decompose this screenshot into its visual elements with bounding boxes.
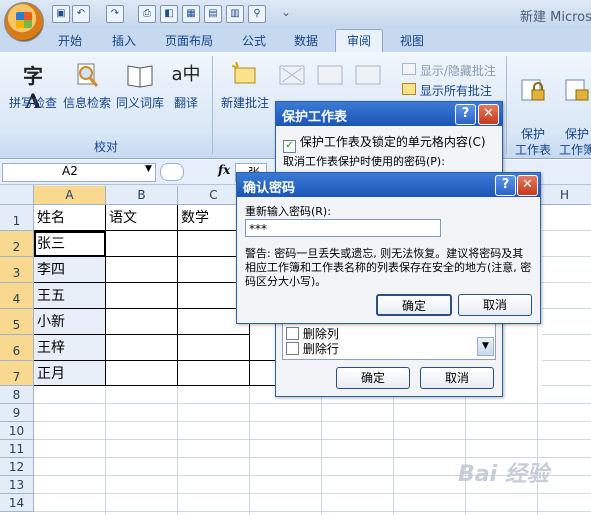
help-button[interactable]: ? [455,104,476,125]
row-header-14[interactable]: 14 [0,494,34,512]
row-header-8[interactable]: 8 [0,386,34,404]
name-box[interactable] [2,163,156,182]
tab-review[interactable]: 审阅 [335,29,383,53]
insert-function-icon[interactable]: fx [218,163,230,177]
book-icon [127,65,153,88]
new-comment-icon [231,61,256,84]
print-icon[interactable]: ⎙ [138,5,156,23]
row-header-6[interactable]: 6 [0,335,34,361]
password-label: 取消工作表保护时使用的密码(P): [283,155,445,168]
row-header-10[interactable]: 10 [0,422,34,440]
paste-icon[interactable]: ▤ [204,5,222,23]
spell-check-icon: 字A [23,64,43,113]
reenter-password-label: 重新输入密码(R): [245,205,331,218]
research-icon [77,63,99,87]
customize-qat-icon[interactable]: ⌄ [281,5,291,19]
find-icon[interactable]: ⚲ [248,5,266,23]
confirm-password-input[interactable]: *** [245,219,441,237]
row-header-1[interactable]: 1 [0,205,34,231]
select-all-corner[interactable] [0,185,34,204]
grid-icon[interactable]: ▥ [226,5,244,23]
translate-icon: a中 [171,64,201,85]
close-button[interactable]: ✕ [517,175,538,196]
checkmark-icon: ✓ [283,140,296,153]
print-preview-icon[interactable]: ◧ [160,5,178,23]
show-all-comments-button[interactable]: 显示所有批注 [402,82,492,99]
help-button[interactable]: ? [495,175,516,196]
checkbox-icon [286,342,299,355]
research-button[interactable]: 信息检索 [60,60,114,111]
row-header-12[interactable]: 12 [0,458,34,476]
close-button[interactable]: ✕ [478,104,499,125]
tab-page-layout[interactable]: 页面布局 [165,32,213,50]
tab-home[interactable]: 开始 [58,32,82,50]
comments-small-icon [402,83,416,95]
name-box-value: A2 [62,164,78,178]
spell-check-button[interactable]: 字A 拼写检查 [6,60,60,113]
new-comment-button[interactable]: 新建批注 [218,60,272,111]
office-button[interactable] [4,2,44,42]
protect-cancel-button[interactable]: 取消 [420,367,494,389]
checkbox-icon [286,327,299,340]
group-separator [212,56,213,154]
group-separator [506,56,507,154]
office-logo-icon [16,12,32,28]
lock-sheet-icon [521,79,545,101]
tab-view[interactable]: 视图 [400,32,424,50]
lock-workbook-icon [565,79,589,101]
row-header-2[interactable]: 2 [0,231,34,257]
row-header-9[interactable]: 9 [0,404,34,422]
redo-icon[interactable]: ↷ [106,5,124,23]
row-header-13[interactable]: 13 [0,476,34,494]
list-item[interactable]: 删除行 [286,340,339,357]
column-header-h[interactable]: H [538,186,591,204]
save-icon[interactable]: ▣ [52,5,70,23]
confirm-dialog-title: 确认密码 [243,181,296,196]
table-icon[interactable]: ▦ [182,5,200,23]
watermark: Bai 经验 [458,462,549,487]
protect-checkbox[interactable]: ✓ 保护工作表及锁定的单元格内容(C) [283,133,486,153]
undo-icon[interactable]: ↶ [72,5,90,23]
formula-bar-toggle[interactable] [160,163,184,181]
column-header-b[interactable]: B [106,186,178,204]
tab-formulas[interactable]: 公式 [242,32,266,50]
warning-text: 警告: 密码一旦丢失或遗忘, 则无法恢复。建议将密码及其相应工作簿和工作表名称的… [245,247,532,288]
list-scroll-down-icon[interactable]: ▼ [477,337,494,356]
protect-workbook-button[interactable]: 保护 工作簿 [556,60,591,158]
thesaurus-button[interactable]: 同义词库 [114,60,166,111]
show-hide-comment-button[interactable]: 显示/隐藏批注 [402,62,496,79]
translate-button[interactable]: a中 翻译 [166,60,206,111]
confirm-ok-button[interactable]: 确定 [376,294,452,316]
row-header-4[interactable]: 4 [0,283,34,309]
column-header-a[interactable]: A [34,186,106,204]
proofing-group-label: 校对 [94,140,119,154]
protect-ok-button[interactable]: 确定 [336,367,410,389]
tab-data[interactable]: 数据 [294,32,318,50]
row-header-11[interactable]: 11 [0,440,34,458]
name-box-dropdown-icon[interactable]: ▼ [145,164,152,174]
window-title: 新建 Microsoft [520,10,591,25]
tab-insert[interactable]: 插入 [112,32,136,50]
row-header-7[interactable]: 7 [0,361,34,386]
protect-sheet-dialog-title: 保护工作表 [282,110,348,125]
disabled-comment-icons [279,65,381,85]
comment-small-icon [402,63,416,75]
protect-sheet-button[interactable]: 保护 工作表 [512,60,554,158]
row-header-5[interactable]: 5 [0,309,34,335]
confirm-cancel-button[interactable]: 取消 [458,294,532,316]
row-header-3[interactable]: 3 [0,257,34,283]
